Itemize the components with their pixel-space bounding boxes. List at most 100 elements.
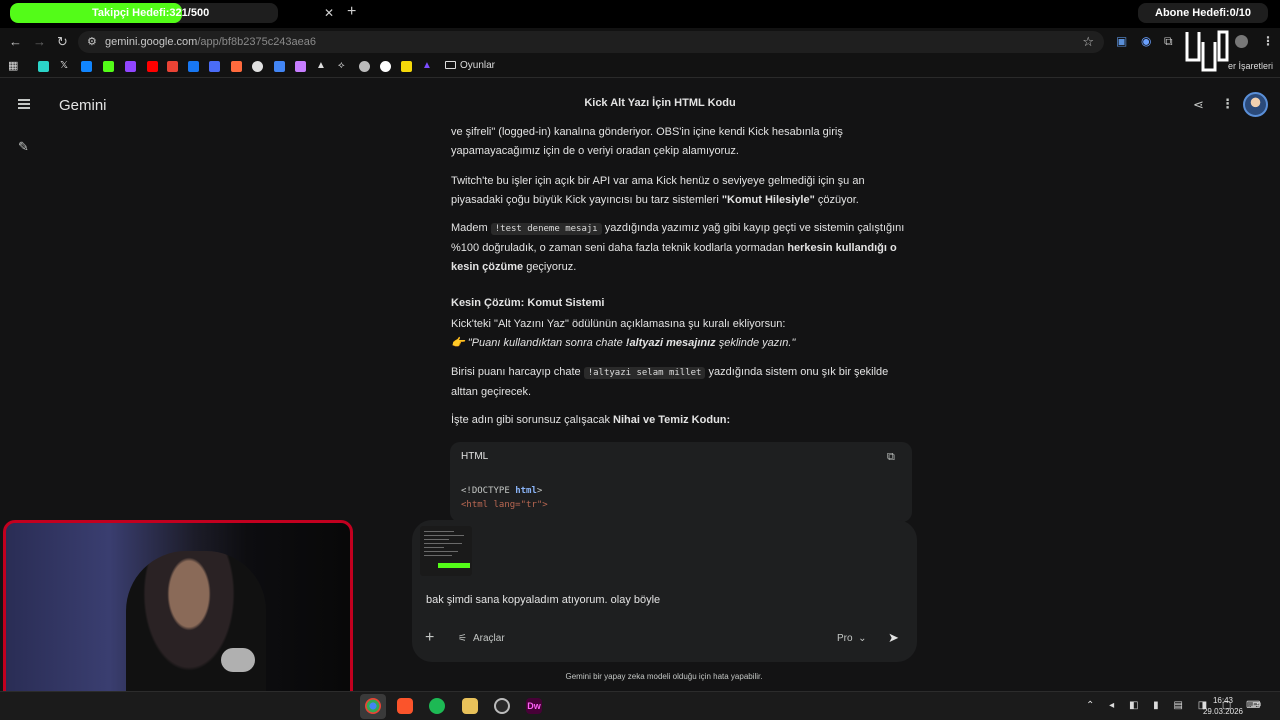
model-selector[interactable]: Pro ⌄ bbox=[837, 633, 867, 644]
twitch-icon[interactable] bbox=[125, 61, 136, 72]
quote: 👉 "Puanı kullandıktan sonra chate !altya… bbox=[451, 334, 795, 353]
bookmark-icon[interactable] bbox=[359, 61, 370, 72]
notification-icon[interactable]: ▭ bbox=[1252, 699, 1261, 710]
webcam-overlay bbox=[3, 520, 353, 720]
bookmark-icon[interactable] bbox=[252, 61, 263, 72]
share-icon[interactable]: ⋖ bbox=[1193, 97, 1204, 113]
x-icon[interactable]: 𝕏 bbox=[60, 60, 71, 71]
text: Madem bbox=[451, 222, 491, 234]
inline-code: !altyazi selam millet bbox=[583, 367, 706, 379]
text: Birisi puanı harcayıp chate bbox=[451, 366, 584, 378]
back-icon[interactable]: ← bbox=[9, 34, 22, 49]
site-info-icon[interactable]: ⚙ bbox=[87, 35, 97, 48]
tools-button[interactable]: ⚟ Araçlar bbox=[458, 633, 505, 644]
extensions-icon[interactable]: ⧉ bbox=[1164, 34, 1173, 49]
chat-title[interactable]: Kick Alt Yazı İçin HTML Kodu bbox=[540, 97, 780, 109]
dreamweaver-icon[interactable]: Dw bbox=[526, 698, 542, 714]
text: çözüyor. bbox=[814, 194, 859, 206]
file-explorer-icon[interactable] bbox=[462, 698, 478, 714]
text: şeklinde yazın." bbox=[715, 337, 796, 349]
menu-icon[interactable] bbox=[18, 99, 30, 111]
bold-text: Nihai ve Temiz Kodun: bbox=[613, 414, 731, 426]
model-label: Pro bbox=[837, 633, 853, 644]
bookmark-icon[interactable]: ⟡ bbox=[338, 60, 349, 71]
attachment-thumbnail[interactable] bbox=[420, 526, 472, 576]
browser-menu-icon[interactable]: ⋮ bbox=[1262, 34, 1274, 48]
text: İşte adın gibi sorunsuz çalışacak bbox=[451, 414, 614, 426]
url-path: /app/bf8b2375c243aea6 bbox=[197, 36, 317, 48]
more-icon[interactable]: ⋮ bbox=[1221, 96, 1234, 112]
paragraph: ve şifreli" (logged-in) kanalına gönderi… bbox=[451, 126, 843, 157]
clock-date[interactable]: 29.03.2026 bbox=[1200, 707, 1246, 716]
code-block: HTML ⧉ <!DOCTYPE html> <html lang="tr"> bbox=[450, 442, 912, 522]
code-language: HTML bbox=[461, 451, 489, 462]
clock-time[interactable]: 16:43 bbox=[1205, 696, 1241, 705]
profile-avatar[interactable] bbox=[1235, 35, 1248, 48]
plus-icon[interactable]: + bbox=[425, 629, 434, 647]
obs-icon[interactable] bbox=[494, 698, 510, 714]
text: geçiyoruz. bbox=[523, 261, 577, 273]
code-token: html bbox=[515, 486, 537, 496]
gemini-bookmark-icon[interactable] bbox=[274, 61, 285, 72]
close-tab-icon[interactable]: ✕ bbox=[324, 6, 334, 20]
code-line: <!DOCTYPE html> bbox=[461, 486, 542, 496]
follower-goal-text: Takipçi Hedefi:321/500 bbox=[92, 7, 210, 19]
bookmark-icon[interactable] bbox=[38, 61, 49, 72]
chevron-down-icon: ⌄ bbox=[858, 633, 867, 644]
omnibox[interactable]: ⚙ gemini.google.com/app/bf8b2375c243aea6… bbox=[78, 31, 1104, 53]
bookmark-icon[interactable]: ▲ bbox=[422, 60, 433, 71]
pointing-hand-icon: 👉 bbox=[451, 337, 465, 349]
send-icon[interactable]: ➤ bbox=[888, 630, 899, 646]
avatar[interactable] bbox=[1243, 92, 1268, 117]
taskbar: Dw ⌃ ◂ ◧ ▮ ▤ ◨ ▢ ⌨ 16:43 29.03.2026 ▭ bbox=[0, 691, 1280, 720]
spotify-icon[interactable] bbox=[429, 698, 445, 714]
paragraph: Birisi puanı harcayıp chate !altyazi sel… bbox=[451, 363, 913, 402]
thumb-line bbox=[424, 543, 462, 544]
bookmark-folder-oyunlar[interactable]: Oyunlar bbox=[445, 60, 495, 71]
bold-text: "Komut Hilesiyle" bbox=[721, 194, 815, 206]
prompt-text[interactable]: bak şimdi sana kopyaladım atıyorum. olay… bbox=[426, 594, 660, 606]
new-tab-icon[interactable]: + bbox=[347, 3, 356, 21]
toolbar: ← → ↻ ⚙ gemini.google.com/app/bf8b2375c2… bbox=[0, 28, 1280, 56]
stream-logo bbox=[1185, 30, 1229, 72]
thumb-line bbox=[424, 531, 454, 532]
url-text[interactable]: gemini.google.com/app/bf8b2375c243aea6 bbox=[105, 36, 316, 48]
prompt-input-box[interactable]: bak şimdi sana kopyaladım atıyorum. olay… bbox=[412, 520, 917, 662]
text: "Puanı kullandıktan sonra chate bbox=[467, 337, 626, 349]
paragraph: İşte adın gibi sorunsuz çalışacak Nihai … bbox=[451, 411, 730, 430]
bold-text: !altyazi mesajınız bbox=[625, 337, 716, 349]
bookmark-icon[interactable] bbox=[401, 61, 412, 72]
bookmark-icon[interactable] bbox=[209, 61, 220, 72]
forward-icon[interactable]: → bbox=[33, 34, 46, 49]
translate-icon[interactable]: ▣ bbox=[1116, 34, 1127, 48]
bookmark-icon[interactable] bbox=[380, 61, 391, 72]
code-token: <!DOCTYPE bbox=[461, 486, 516, 496]
chrome-icon[interactable] bbox=[365, 698, 381, 714]
paragraph: Madem !test deneme mesajı yazdığında yaz… bbox=[451, 219, 913, 277]
other-bookmarks[interactable]: er İşaretleri bbox=[1228, 61, 1273, 71]
copy-icon[interactable]: ⧉ bbox=[887, 451, 895, 464]
new-chat-icon[interactable]: ✎ bbox=[18, 139, 29, 155]
reload-icon[interactable]: ↻ bbox=[57, 34, 68, 50]
apps-grid-icon[interactable]: ▦ bbox=[8, 59, 19, 72]
read-aloud-icon[interactable]: ◉ bbox=[1141, 34, 1151, 48]
code-token: > bbox=[536, 486, 543, 496]
bluesky-icon[interactable] bbox=[81, 61, 92, 72]
thumb-line bbox=[424, 535, 464, 536]
tab-active[interactable]: Takipçi Hedefi:321/500 bbox=[10, 3, 278, 23]
brave-icon[interactable] bbox=[397, 698, 413, 714]
star-icon[interactable]: ☆ bbox=[1082, 34, 1094, 50]
meta-icon[interactable] bbox=[188, 61, 199, 72]
bookmark-icon[interactable] bbox=[295, 61, 306, 72]
bookmark-bar: ▦ 𝕏 ▲ ⟡ ▲ Oyunlar er İşaretleri bbox=[0, 56, 1280, 78]
folder-icon bbox=[445, 61, 456, 69]
gmail-icon[interactable] bbox=[167, 61, 178, 72]
inline-code: !test deneme mesajı bbox=[490, 223, 602, 235]
thumb-line bbox=[424, 555, 452, 556]
bookmark-icon[interactable] bbox=[231, 61, 242, 72]
thumb-green-bar bbox=[438, 563, 470, 568]
microphone bbox=[221, 648, 255, 672]
youtube-icon[interactable] bbox=[147, 61, 158, 72]
kick-icon[interactable] bbox=[103, 61, 114, 72]
bookmark-icon[interactable]: ▲ bbox=[316, 60, 327, 71]
